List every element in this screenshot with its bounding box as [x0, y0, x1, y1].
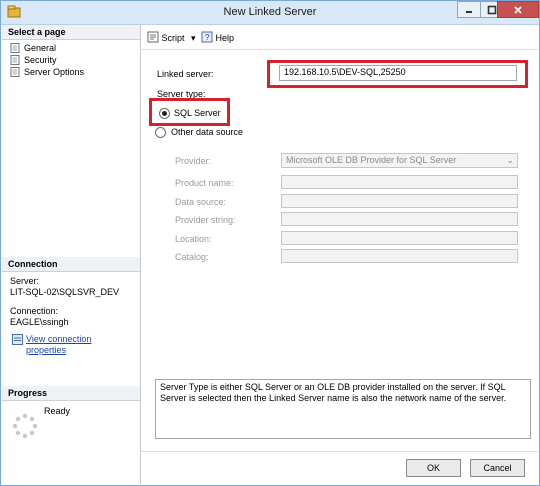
connection-label: Connection: [10, 306, 59, 316]
sql-server-label: SQL Server [174, 108, 221, 118]
minimize-icon [466, 10, 472, 13]
view-connection-properties-link[interactable]: View connection properties [10, 334, 132, 356]
sidebar-item-security[interactable]: Security [2, 54, 140, 66]
help-label: Help [215, 33, 235, 43]
script-icon [147, 31, 159, 43]
progress-header: Progress [2, 386, 140, 401]
server-type-description: Server Type is either SQL Server or an O… [155, 379, 531, 439]
progress-status: Ready [44, 406, 71, 416]
page-icon [10, 43, 20, 53]
catalog-input[interactable] [281, 249, 518, 263]
toolbar: Script ▾ ? Help [141, 25, 538, 50]
properties-icon [12, 334, 23, 345]
page-icon [10, 67, 20, 77]
other-data-source-label: Other data source [171, 127, 244, 137]
linked-server-label: Linked server: [157, 69, 214, 79]
sidebar-item-label: General [24, 43, 57, 53]
title-bar[interactable]: New Linked Server [1, 1, 539, 25]
close-window-button[interactable] [497, 1, 539, 18]
other-data-source-radio[interactable] [155, 127, 166, 138]
select-page-header: Select a page [2, 25, 140, 40]
main-panel: Script ▾ ? Help Linked server: 192.168.1… [141, 25, 538, 484]
progress-spinner-icon [12, 413, 38, 439]
connection-value: EAGLE\ssingh [10, 317, 69, 327]
linked-server-input[interactable]: 192.168.10.5\DEV-SQL,25250 [279, 65, 517, 81]
maximize-icon [487, 5, 497, 14]
chevron-down-icon: ⌄ [506, 155, 514, 165]
cancel-button[interactable]: Cancel [470, 459, 525, 477]
other-data-source-radio-option[interactable]: Other data source [155, 127, 255, 139]
chevron-down-icon: ▾ [191, 33, 196, 43]
sidebar-item-server-options[interactable]: Server Options [2, 66, 140, 78]
sidebar: Select a page General Security Server Op… [2, 25, 141, 484]
sql-server-radio[interactable] [159, 108, 170, 119]
help-icon: ? [201, 31, 213, 43]
provider-label: Provider: [175, 156, 212, 166]
product-name-label: Product name: [175, 178, 234, 188]
sql-server-radio-option[interactable]: SQL Server [159, 108, 229, 120]
close-icon [514, 5, 522, 14]
provider-select[interactable]: Microsoft OLE DB Provider for SQL Server… [281, 153, 518, 168]
connection-header: Connection [2, 257, 140, 272]
location-input[interactable] [281, 231, 518, 245]
view-connection-properties-text: View connection properties [26, 334, 92, 355]
ok-button[interactable]: OK [406, 459, 461, 477]
svg-text:?: ? [205, 33, 210, 42]
help-button[interactable]: ? Help [201, 31, 234, 44]
page-icon [10, 55, 20, 65]
script-label: Script [161, 33, 185, 43]
provider-string-input[interactable] [281, 212, 518, 226]
data-source-input[interactable] [281, 194, 518, 208]
dialog-footer: OK Cancel [141, 451, 538, 485]
provider-string-label: Provider string: [175, 215, 236, 225]
data-source-label: Data source: [175, 197, 227, 207]
sidebar-item-label: Security [24, 55, 57, 65]
minimize-button[interactable] [457, 1, 481, 18]
sidebar-item-general[interactable]: General [2, 42, 140, 54]
location-label: Location: [175, 234, 212, 244]
script-button[interactable]: Script ▾ [147, 31, 196, 44]
product-name-input[interactable] [281, 175, 518, 189]
catalog-label: Catalog: [175, 252, 209, 262]
new-linked-server-dialog: New Linked Server Select a page General … [0, 0, 540, 486]
server-label: Server: [10, 276, 40, 286]
server-value: LIT-SQL-02\SQLSVR_DEV [10, 287, 120, 297]
provider-value: Microsoft OLE DB Provider for SQL Server [286, 155, 457, 165]
sidebar-item-label: Server Options [24, 67, 85, 77]
